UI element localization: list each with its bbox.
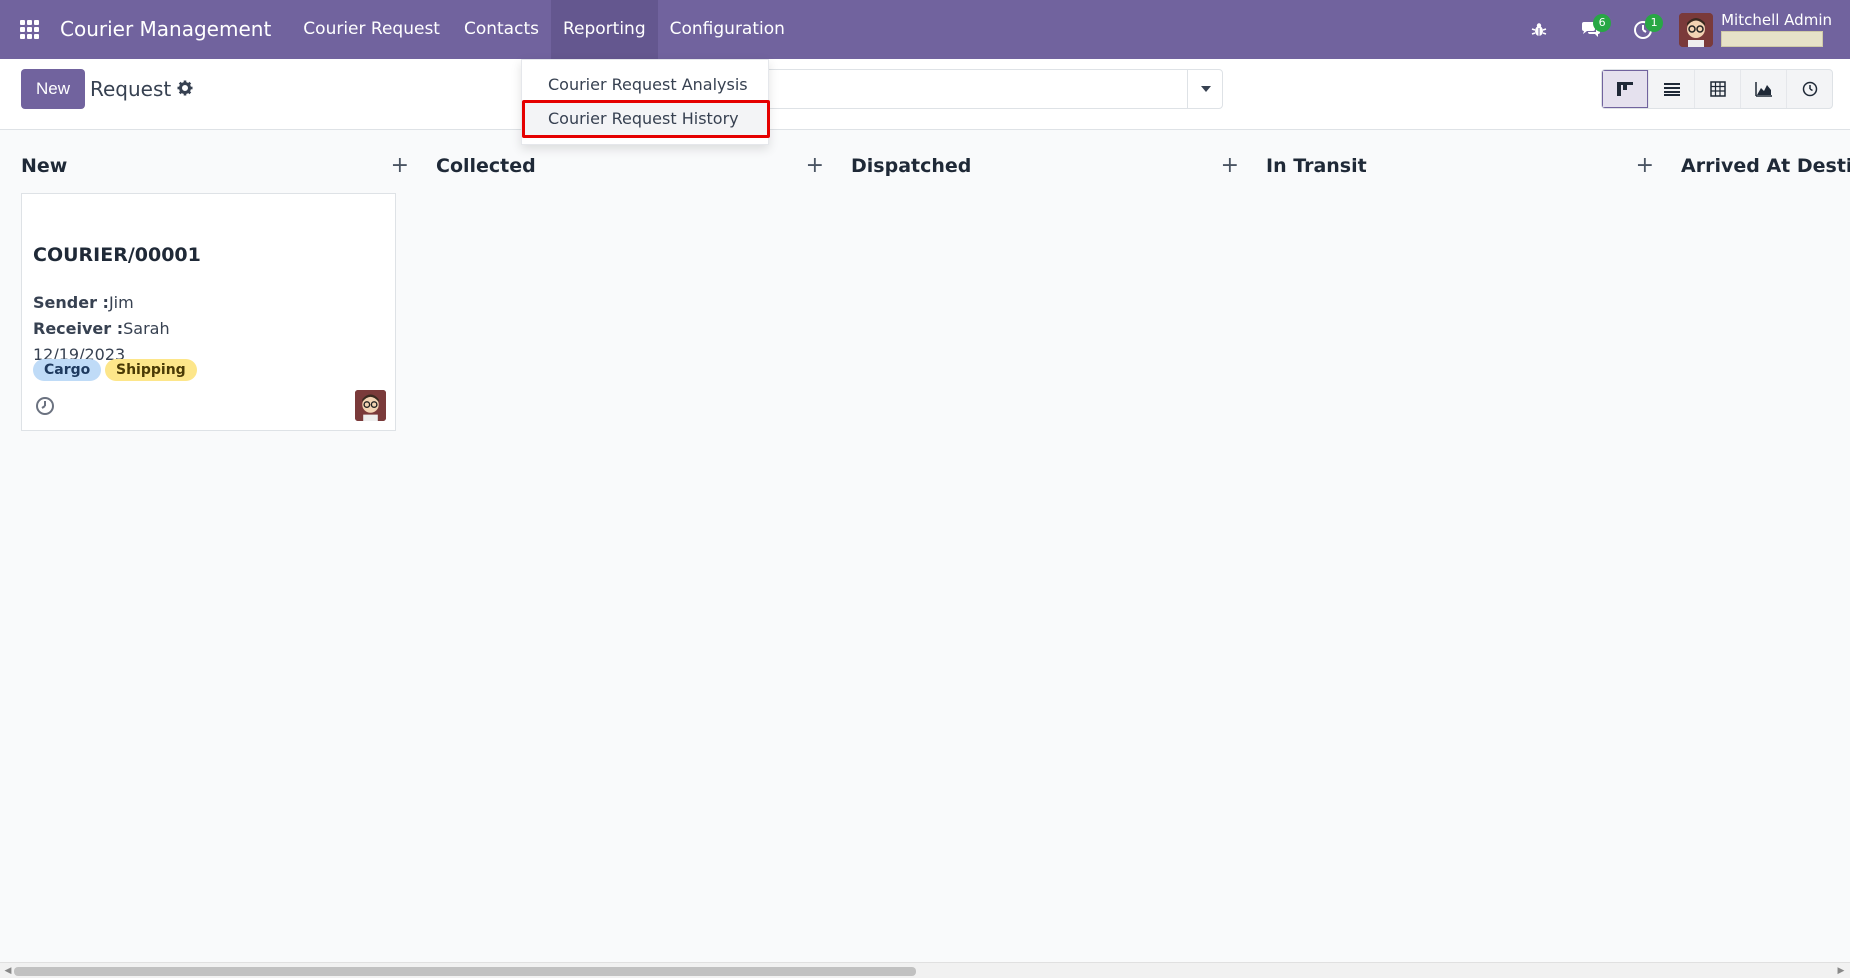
kanban-board: New + COURIER/00001 Sender :Jim Receiver…: [0, 131, 1850, 961]
activities-count-badge: 1: [1645, 14, 1664, 32]
user-name[interactable]: Mitchell Admin: [1721, 12, 1832, 29]
scroll-right-arrow-icon[interactable]: ▶: [1836, 966, 1846, 976]
column-title[interactable]: Collected: [436, 155, 536, 177]
column-title[interactable]: Dispatched: [851, 155, 971, 177]
kanban-column-new: New + COURIER/00001 Sender :Jim Receiver…: [21, 131, 417, 931]
control-panel: New Request: [0, 59, 1850, 130]
kanban-column-collected: Collected +: [436, 131, 832, 931]
card-reference: COURIER/00001: [33, 244, 201, 266]
pivot-table-icon: [1709, 81, 1726, 97]
clock-icon: [1802, 81, 1817, 97]
graph-view-button[interactable]: [1740, 70, 1786, 108]
gear-icon[interactable]: [177, 80, 193, 100]
menu-courier-request[interactable]: Courier Request: [291, 0, 452, 59]
area-chart-icon: [1754, 82, 1772, 97]
column-title[interactable]: New: [21, 155, 67, 177]
kanban-icon: [1617, 82, 1633, 96]
user-avatar[interactable]: [1679, 12, 1714, 47]
menu-configuration[interactable]: Configuration: [658, 0, 797, 59]
breadcrumb-title: Request: [90, 77, 172, 101]
kanban-view-button[interactable]: [1602, 70, 1648, 108]
add-card-plus-icon[interactable]: +: [1636, 155, 1654, 177]
messages-count-badge: 6: [1593, 14, 1612, 32]
sender-value: Jim: [108, 293, 134, 312]
kanban-card[interactable]: COURIER/00001 Sender :Jim Receiver :Sara…: [21, 193, 396, 431]
tag-cargo: Cargo: [33, 359, 102, 381]
add-card-plus-icon[interactable]: +: [391, 155, 409, 177]
menu-courier-request-analysis[interactable]: Courier Request Analysis: [522, 68, 768, 102]
kanban-column-in-transit: In Transit +: [1266, 131, 1662, 931]
caret-down-icon: [1200, 86, 1211, 92]
search-options-toggle[interactable]: [1187, 69, 1223, 109]
debug-bug-icon[interactable]: [1513, 0, 1565, 59]
activity-view-button[interactable]: [1786, 70, 1832, 108]
receiver-label: Receiver :: [33, 319, 124, 338]
card-receiver: Receiver :Sarah: [33, 319, 170, 338]
view-switcher: [1601, 69, 1833, 109]
scrollbar-thumb[interactable]: [14, 967, 916, 976]
highlight-box: [522, 100, 770, 138]
menu-reporting[interactable]: Reporting: [550, 0, 658, 59]
new-button[interactable]: New: [21, 69, 85, 109]
messages-chat-icon[interactable]: 6: [1565, 0, 1617, 59]
add-card-plus-icon[interactable]: +: [1221, 155, 1239, 177]
list-view-button[interactable]: [1648, 70, 1694, 108]
menu-contacts[interactable]: Contacts: [452, 0, 551, 59]
app-brand[interactable]: Courier Management: [58, 0, 291, 59]
card-sender: Sender :Jim: [33, 293, 134, 312]
column-title[interactable]: Arrived At Destin: [1681, 155, 1850, 177]
activities-clock-icon[interactable]: 1: [1617, 0, 1669, 59]
pivot-view-button[interactable]: [1694, 70, 1740, 108]
search-input[interactable]: [700, 69, 1223, 109]
receiver-value: Sarah: [123, 319, 170, 338]
column-title[interactable]: In Transit: [1266, 155, 1367, 177]
top-navbar: Courier Management Courier Request Conta…: [0, 0, 1850, 59]
list-icon: [1663, 83, 1680, 96]
tag-shipping: Shipping: [105, 359, 197, 381]
sender-label: Sender :: [33, 293, 109, 312]
apps-menu-icon[interactable]: [0, 0, 58, 59]
add-card-plus-icon[interactable]: +: [806, 155, 824, 177]
kanban-column-dispatched: Dispatched +: [851, 131, 1247, 931]
kanban-column-arrived: Arrived At Destin: [1681, 131, 1850, 931]
database-name-field: [1721, 31, 1824, 47]
horizontal-scrollbar[interactable]: ◀ ▶: [0, 962, 1850, 978]
assignee-avatar[interactable]: [355, 390, 386, 421]
activity-clock-icon[interactable]: [35, 396, 55, 420]
scroll-left-arrow-icon[interactable]: ◀: [3, 966, 13, 976]
